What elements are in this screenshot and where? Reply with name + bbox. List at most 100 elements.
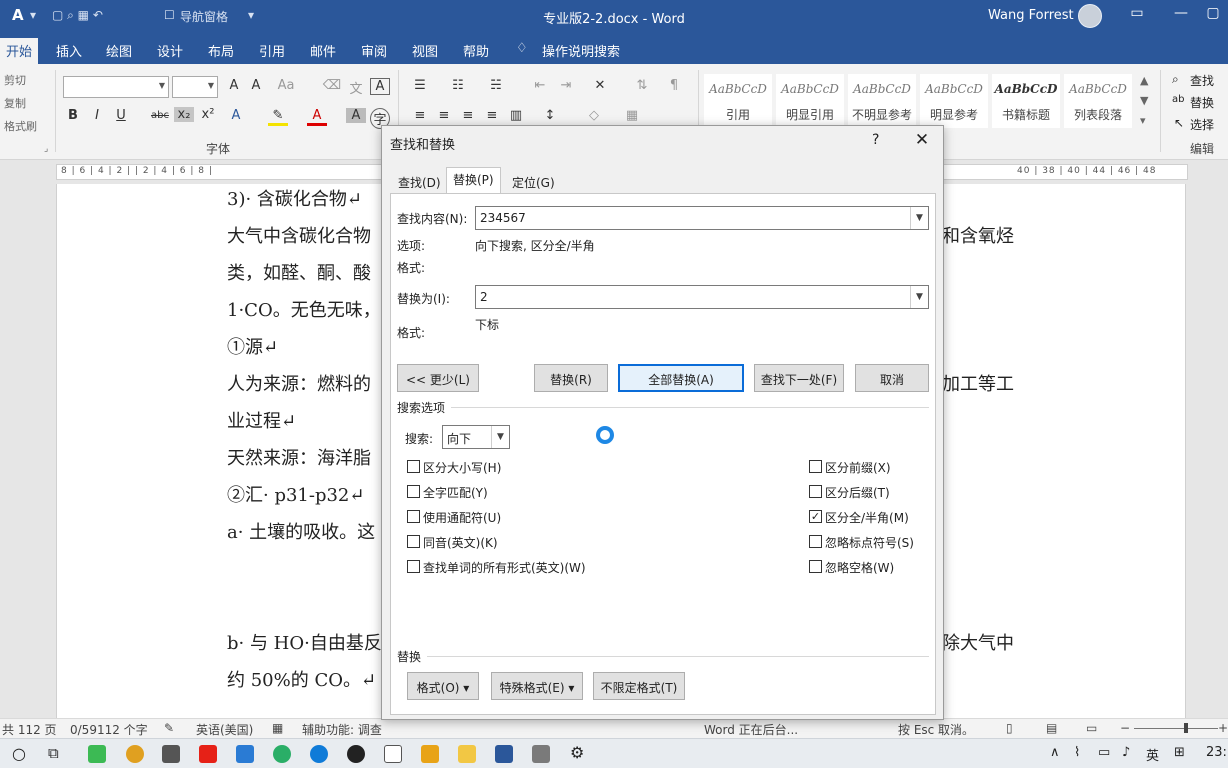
char-border-icon[interactable]: A: [370, 78, 390, 95]
sounds-like-checkbox[interactable]: [407, 535, 420, 548]
wildcards-checkbox[interactable]: [407, 510, 420, 523]
zoom-slider-thumb[interactable]: [1184, 723, 1188, 733]
tab-view[interactable]: 视图: [412, 41, 438, 60]
doc-line-fragment[interactable]: 加工等工: [942, 370, 1014, 396]
superscript-icon[interactable]: x²: [198, 107, 218, 122]
doc-line[interactable]: 人为来源：燃料的: [227, 370, 371, 396]
multilevel-list-icon[interactable]: ☵: [486, 78, 506, 93]
align-center-icon[interactable]: ≡: [434, 108, 454, 123]
notes-icon[interactable]: [421, 745, 439, 763]
word-icon[interactable]: [495, 745, 513, 763]
ignore-space-checkbox[interactable]: [809, 560, 822, 573]
doc-line-fragment[interactable]: 和含氧烃: [942, 222, 1014, 248]
increase-indent-icon[interactable]: ⇥: [556, 78, 576, 93]
decrease-indent-icon[interactable]: ⇤: [530, 78, 550, 93]
zoom-slider[interactable]: [1134, 728, 1218, 729]
volume-icon[interactable]: ♪: [1122, 745, 1130, 760]
doc-line[interactable]: 类，如醛、酮、酸: [227, 259, 371, 285]
subscript-icon[interactable]: x₂: [174, 107, 194, 122]
battery-icon[interactable]: ▭: [1098, 745, 1110, 760]
shading-icon[interactable]: ◇: [584, 108, 604, 123]
sort-icon[interactable]: ⇅: [632, 78, 652, 93]
match-suffix-label[interactable]: 区分后缀(T): [825, 484, 890, 501]
tab-design[interactable]: 设计: [157, 41, 183, 60]
change-case-icon[interactable]: Aa: [276, 78, 296, 93]
user-name[interactable]: Wang Forrest: [988, 8, 1074, 23]
styles-more-icon[interactable]: ▾: [1140, 114, 1146, 127]
style-intense-quote[interactable]: AaBbCcD 明显引用: [776, 74, 844, 128]
phonetic-guide-icon[interactable]: 文: [346, 78, 366, 97]
sounds-like-label[interactable]: 同音(英文)(K): [423, 534, 498, 551]
wechat-icon[interactable]: [273, 745, 291, 763]
close-icon[interactable]: ✕: [912, 130, 932, 150]
chevron-down-icon[interactable]: ▼: [910, 207, 928, 229]
highlight-icon[interactable]: ✎: [268, 108, 288, 126]
match-prefix-label[interactable]: 区分前缀(X): [825, 459, 891, 476]
copy-button[interactable]: 复制: [4, 95, 26, 111]
page-count[interactable]: 共 112 页: [2, 721, 57, 738]
bullets-icon[interactable]: ☰: [410, 78, 430, 93]
tab-draw[interactable]: 绘图: [106, 41, 132, 60]
special-format-button[interactable]: 特殊格式(E) ▾: [491, 672, 583, 700]
styles-scroll-up-icon[interactable]: ▲: [1140, 74, 1148, 87]
app-icon[interactable]: [162, 745, 180, 763]
tab-home[interactable]: 开始: [0, 38, 39, 64]
youtube-icon[interactable]: [199, 745, 217, 763]
all-word-forms-label[interactable]: 查找单词的所有形式(英文)(W): [423, 559, 586, 576]
tab-find[interactable]: 查找(D): [392, 171, 447, 193]
chinese-layout-icon[interactable]: ✕: [590, 78, 610, 93]
font-color-icon[interactable]: A: [307, 108, 327, 126]
align-right-icon[interactable]: ≡: [458, 108, 478, 123]
doc-line[interactable]: 天然来源：海洋脂: [227, 444, 371, 470]
replace-icon[interactable]: ab: [1172, 94, 1184, 105]
chevron-down-icon[interactable]: ▼: [491, 426, 509, 448]
tab-insert[interactable]: 插入: [56, 41, 82, 60]
distributed-icon[interactable]: ▥: [506, 108, 526, 123]
cut-button[interactable]: 剪切: [4, 72, 26, 88]
all-word-forms-checkbox[interactable]: [407, 560, 420, 573]
style-list-paragraph[interactable]: AaBbCcD 列表段落: [1064, 74, 1132, 128]
screen-recorder-icon[interactable]: [532, 745, 550, 763]
ribbon-display-icon[interactable]: ▭: [1122, 5, 1152, 25]
read-mode-icon[interactable]: ▯: [1006, 721, 1013, 735]
style-quote[interactable]: AaBbCcD 引用: [704, 74, 772, 128]
clear-format-icon[interactable]: ⌫: [322, 78, 342, 93]
match-width-label[interactable]: 区分全/半角(M): [825, 509, 909, 526]
tab-references[interactable]: 引用: [259, 41, 285, 60]
proofing-icon[interactable]: ✎: [164, 721, 174, 735]
text-effects-icon[interactable]: A: [226, 108, 246, 123]
file-explorer-icon[interactable]: [458, 745, 476, 763]
doc-line[interactable]: 业过程↵: [227, 407, 296, 433]
shrink-font-icon[interactable]: A: [246, 78, 266, 93]
styles-scroll-down-icon[interactable]: ▼: [1140, 94, 1148, 107]
doc-line[interactable]: ②汇· p31-p32↵: [227, 481, 364, 507]
clipboard-launcher-icon[interactable]: ⌟: [44, 144, 48, 154]
todo-icon[interactable]: [384, 745, 402, 763]
find-next-button[interactable]: 查找下一处(F): [754, 364, 844, 392]
replace-button[interactable]: 替换(R): [534, 364, 608, 392]
replace-input[interactable]: 2 ▼: [475, 285, 929, 309]
doc-line[interactable]: 1·CO。无色无味，: [227, 296, 381, 322]
match-case-checkbox[interactable]: [407, 460, 420, 473]
grow-font-icon[interactable]: A: [224, 78, 244, 93]
doc-line[interactable]: ①源↵: [227, 333, 278, 359]
font-size-combo[interactable]: ▼: [172, 76, 218, 98]
minimize-icon[interactable]: —: [1166, 5, 1196, 25]
doc-line[interactable]: 大气中含碳化合物: [227, 222, 371, 248]
find-button[interactable]: 查找: [1190, 72, 1214, 89]
qq-icon[interactable]: [347, 745, 365, 763]
select-button[interactable]: 选择: [1190, 116, 1214, 133]
chrome-icon[interactable]: [126, 745, 144, 763]
help-icon[interactable]: ?: [872, 132, 879, 148]
tab-layout[interactable]: 布局: [208, 41, 234, 60]
ignore-space-label[interactable]: 忽略空格(W): [825, 559, 894, 576]
font-name-combo[interactable]: ▼: [63, 76, 169, 98]
avatar[interactable]: [1078, 4, 1102, 28]
doc-line[interactable]: 3)· 含碳化合物↵: [227, 185, 362, 211]
match-case-label[interactable]: 区分大小写(H): [423, 459, 501, 476]
line-spacing-icon[interactable]: ↕: [540, 108, 560, 123]
zoom-in-icon[interactable]: +: [1218, 721, 1228, 735]
underline-icon[interactable]: U: [111, 108, 131, 123]
doc-line-fragment[interactable]: 除大气中: [942, 629, 1014, 655]
maximize-icon[interactable]: ▢: [1198, 5, 1228, 25]
